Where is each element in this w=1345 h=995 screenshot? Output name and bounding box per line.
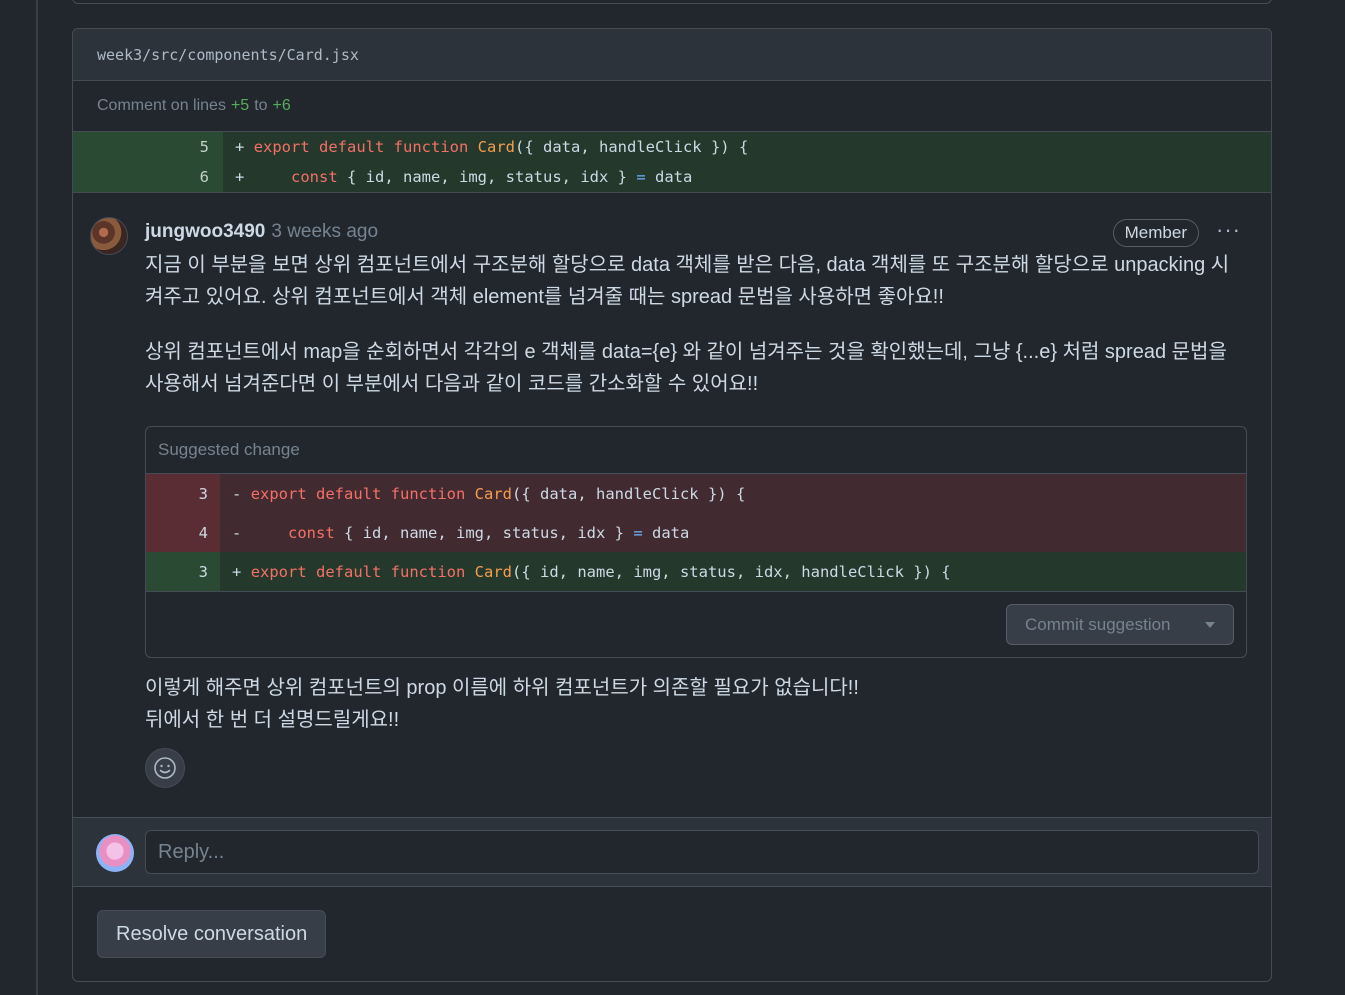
- comment-paragraph: 뒤에서 한 번 더 설명드릴게요!!: [145, 709, 400, 731]
- function-name: Card: [477, 138, 515, 156]
- line-code: + export default function Card({ id, nam…: [220, 563, 951, 581]
- line-code: - export default function Card({ data, h…: [220, 485, 745, 503]
- line-number: 6: [73, 162, 223, 192]
- diff-sign: +: [235, 138, 245, 156]
- line-number: 3: [146, 474, 220, 513]
- review-comment: jungwoo3490 3 weeks ago Member ··· 지금 이 …: [73, 193, 1271, 788]
- line-number: 5: [73, 132, 223, 162]
- suggestion-footer: Commit suggestion: [146, 591, 1246, 657]
- author-link[interactable]: jungwoo3490: [145, 221, 265, 243]
- comment-lines-end: +6: [272, 97, 291, 114]
- suggestion-deleted-line: 3 - export default function Card({ data,…: [146, 474, 1246, 513]
- function-name: Card: [474, 484, 512, 503]
- diff-sign: +: [235, 168, 245, 186]
- chevron-down-icon[interactable]: [1205, 622, 1215, 628]
- member-badge: Member: [1112, 219, 1199, 247]
- code-rest: data: [642, 523, 690, 542]
- suggested-change: Suggested change 3 - export default func…: [145, 426, 1247, 658]
- file-header: week3/src/components/Card.jsx: [73, 29, 1271, 81]
- commit-suggestion-button[interactable]: Commit suggestion: [1006, 604, 1234, 645]
- reply-input[interactable]: Reply...: [145, 830, 1259, 874]
- avatar[interactable]: [90, 217, 128, 255]
- code-rest: ({ id, name, img, status, idx, handleCli…: [512, 562, 951, 581]
- code-rest: { id, name, img, status, idx }: [334, 523, 634, 542]
- diff-sign: -: [232, 523, 242, 542]
- operator: =: [636, 168, 646, 186]
- code-rest: data: [645, 168, 693, 186]
- function-name: Card: [474, 562, 512, 581]
- keyword: const: [291, 168, 338, 186]
- diff-line: 6 + const { id, name, img, status, idx }…: [73, 162, 1271, 192]
- commit-suggestion-label: Commit suggestion: [1025, 614, 1171, 634]
- more-options-icon[interactable]: ···: [1216, 217, 1241, 243]
- line-number: 4: [146, 513, 220, 552]
- diff-line: 5 + export default function Card({ data,…: [73, 132, 1271, 162]
- timestamp[interactable]: 3 weeks ago: [271, 221, 378, 243]
- line-number: 3: [146, 552, 220, 591]
- operator: =: [633, 523, 643, 542]
- comment-lines-label: Comment on lines +5 to +6: [73, 81, 1271, 132]
- comment-header: jungwoo3490 3 weeks ago: [145, 215, 1247, 249]
- comment-body: 지금 이 부분을 보면 상위 컴포넌트에서 구조분해 할당으로 data 객체를…: [145, 249, 1247, 400]
- code-rest: { id, name, img, status, idx }: [337, 168, 637, 186]
- smiley-icon: [154, 757, 176, 779]
- keyword: export default function: [253, 138, 469, 156]
- comment-paragraph: 지금 이 부분을 보면 상위 컴포넌트에서 구조분해 할당으로 data 객체를…: [145, 254, 1230, 308]
- keyword: export default function: [250, 562, 466, 581]
- code-rest: ({ data, handleClick }) {: [512, 484, 746, 503]
- diff-sign: +: [232, 562, 242, 581]
- add-reaction-button[interactable]: [145, 748, 185, 788]
- current-user-avatar: [96, 834, 134, 872]
- line-code: - const { id, name, img, status, idx } =…: [220, 524, 689, 542]
- comment-footer-text: 이렇게 해주면 상위 컴포넌트의 prop 이름에 하위 컴포넌트가 의존할 필…: [145, 672, 1247, 736]
- review-thread: week3/src/components/Card.jsx Comment on…: [72, 28, 1272, 982]
- timeline-line: [36, 0, 38, 995]
- code-rest: ({ data, handleClick }) {: [515, 138, 749, 156]
- suggested-change-title: Suggested change: [146, 427, 1246, 474]
- previous-card-edge: [72, 0, 1272, 4]
- keyword: const: [288, 523, 335, 542]
- diff-context: 5 + export default function Card({ data,…: [73, 132, 1271, 193]
- line-code: + export default function Card({ data, h…: [223, 138, 748, 156]
- diff-sign: -: [232, 484, 242, 503]
- suggestion-added-line: 3 + export default function Card({ id, n…: [146, 552, 1246, 591]
- file-path[interactable]: week3/src/components/Card.jsx: [97, 46, 359, 64]
- keyword: export default function: [250, 484, 466, 503]
- reply-bar: Reply...: [73, 817, 1271, 887]
- suggestion-deleted-line: 4 - const { id, name, img, status, idx }…: [146, 513, 1246, 552]
- comment-paragraph: 상위 컴포넌트에서 map을 순회하면서 각각의 e 객체를 data={e} …: [145, 341, 1227, 395]
- resolve-conversation-button[interactable]: Resolve conversation: [97, 910, 327, 958]
- line-code: + const { id, name, img, status, idx } =…: [223, 168, 692, 186]
- comment-lines-start: +5: [230, 97, 250, 114]
- comment-lines-prefix: Comment on lines: [97, 97, 226, 114]
- comment-lines-to: to: [254, 97, 268, 114]
- comment-paragraph: 이렇게 해주면 상위 컴포넌트의 prop 이름에 하위 컴포넌트가 의존할 필…: [145, 677, 859, 699]
